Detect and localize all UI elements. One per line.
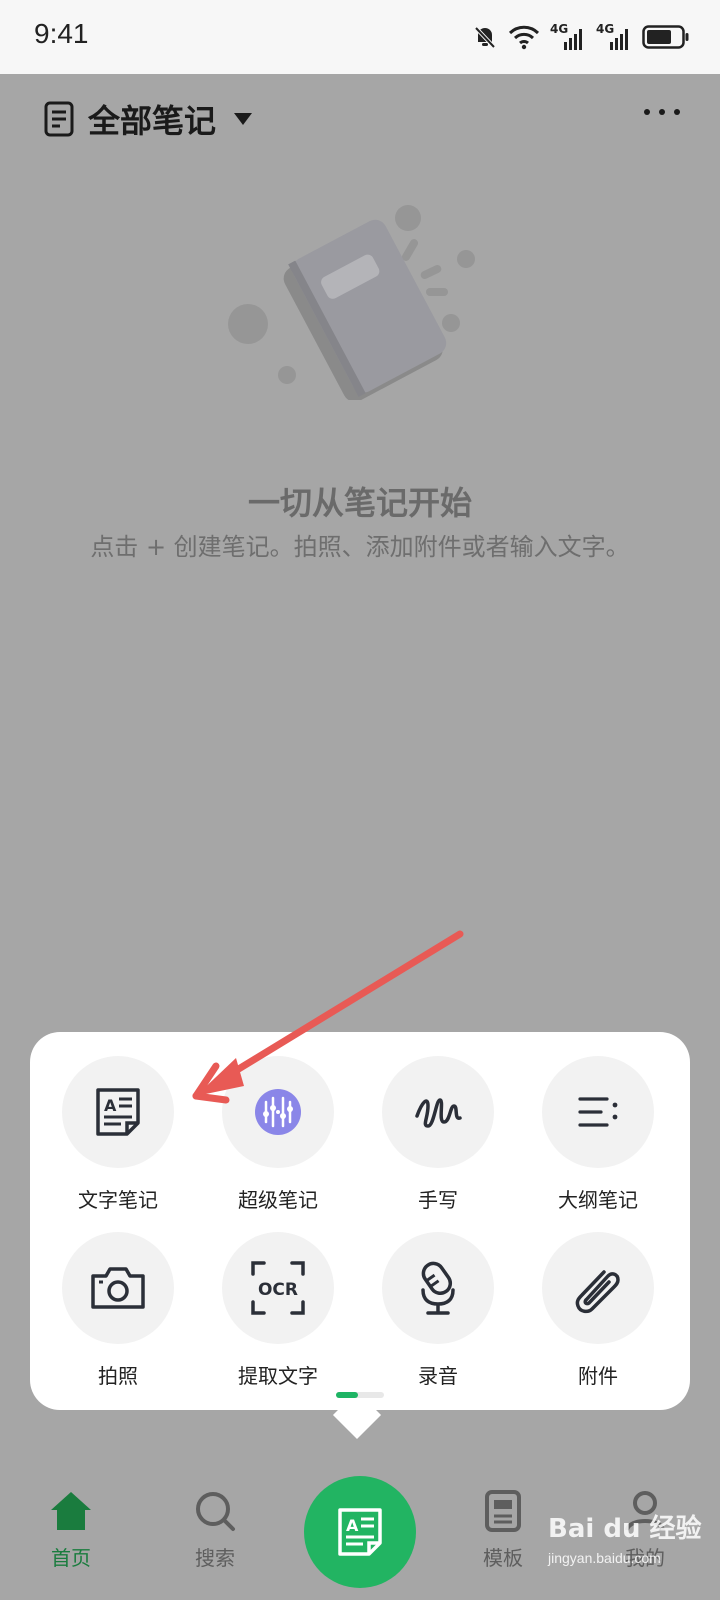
create-item-circle <box>382 1056 494 1168</box>
create-text-note[interactable]: A 文字笔记 <box>38 1056 198 1213</box>
create-outline-note[interactable]: 大纲笔记 <box>518 1056 678 1213</box>
watermark-url: jingyan.baidu.com <box>548 1550 661 1566</box>
create-item-circle <box>222 1056 334 1168</box>
cellular-signal-1: 4G <box>550 22 586 50</box>
create-recording[interactable]: 录音 <box>358 1232 518 1389</box>
create-item-circle: OCR <box>222 1232 334 1344</box>
ocr-icon: OCR <box>251 1261 305 1315</box>
text-note-icon: A <box>338 1508 382 1556</box>
create-item-circle <box>542 1232 654 1344</box>
text-note-icon: A <box>96 1088 140 1136</box>
template-icon <box>485 1490 521 1532</box>
ocr-icon-text: OCR <box>258 1280 298 1300</box>
create-note-button[interactable]: A <box>304 1476 416 1588</box>
mute-bell-icon <box>474 26 496 49</box>
camera-icon <box>91 1267 145 1309</box>
status-icons: 4G 4G <box>472 20 690 54</box>
create-attachment[interactable]: 附件 <box>518 1232 678 1389</box>
create-item-label: 录音 <box>418 1364 458 1388</box>
empty-state-description: 点击 + 创建笔记。拍照、添加附件或者输入文字。 <box>90 533 630 561</box>
empty-notebook-illustration <box>228 205 475 400</box>
svg-text:A: A <box>104 1096 117 1115</box>
nav-label: 模板 <box>483 1546 523 1570</box>
nav-home[interactable]: 首页 <box>26 1490 116 1571</box>
super-note-icon <box>255 1089 301 1135</box>
nav-label: 首页 <box>51 1546 91 1570</box>
svg-text:A: A <box>346 1516 359 1535</box>
create-item-circle <box>62 1232 174 1344</box>
paperclip-icon <box>575 1270 620 1314</box>
create-item-label: 超级笔记 <box>238 1188 318 1212</box>
chevron-down-icon <box>234 113 253 125</box>
create-item-label: 附件 <box>578 1364 618 1388</box>
create-item-label: 提取文字 <box>238 1364 318 1388</box>
battery-icon <box>642 25 689 49</box>
create-item-label: 文字笔记 <box>78 1188 158 1212</box>
create-item-circle <box>542 1056 654 1168</box>
create-item-label: 拍照 <box>98 1364 138 1388</box>
search-icon <box>196 1492 235 1531</box>
create-item-circle <box>382 1232 494 1344</box>
nav-search[interactable]: 搜索 <box>170 1490 260 1571</box>
more-dots-icon[interactable] <box>644 104 680 120</box>
home-icon <box>51 1492 91 1530</box>
network-type-1: 4G <box>550 22 569 36</box>
create-handwriting[interactable]: 手写 <box>358 1056 518 1213</box>
create-note-menu: A 文字笔记 超级笔记 手写 大纲笔记 拍照 OCR 提取文字 录音 附件 <box>30 1032 690 1410</box>
nav-templates[interactable]: 模板 <box>458 1490 548 1571</box>
create-item-circle: A <box>62 1056 174 1168</box>
create-item-label: 手写 <box>418 1188 458 1212</box>
empty-state-title: 一切从笔记开始 <box>247 484 472 522</box>
cellular-signal-2: 4G <box>596 22 632 50</box>
notebook-icon <box>44 101 74 137</box>
create-ocr[interactable]: OCR 提取文字 <box>198 1232 358 1389</box>
wifi-icon <box>508 25 540 50</box>
page-title: 全部笔记 <box>88 102 217 140</box>
create-photo[interactable]: 拍照 <box>38 1232 198 1389</box>
watermark-brand: Bai du 经验 <box>548 1514 702 1544</box>
nav-label: 搜索 <box>195 1546 235 1570</box>
network-type-2: 4G <box>596 22 615 36</box>
handwriting-icon <box>415 1098 462 1128</box>
status-time: 9:41 <box>34 18 89 49</box>
page-indicator-active <box>336 1392 358 1398</box>
status-bar: 9:41 4G 4G <box>0 0 720 74</box>
create-super-note[interactable]: 超级笔记 <box>198 1056 358 1213</box>
notebook-selector[interactable]: 全部笔记 <box>44 96 253 142</box>
page-indicator <box>336 1392 384 1398</box>
create-item-label: 大纲笔记 <box>558 1188 638 1212</box>
microphone-icon <box>421 1261 455 1315</box>
outline-icon <box>578 1097 618 1127</box>
